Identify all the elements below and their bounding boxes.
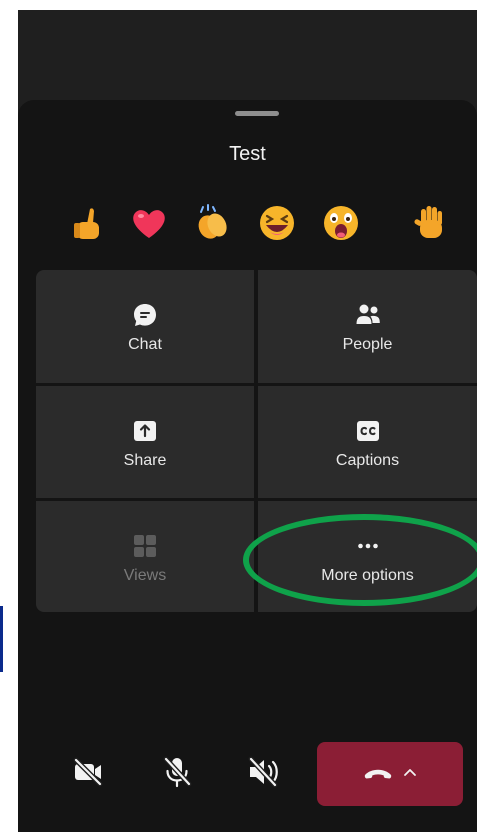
- clapping-hands-icon[interactable]: [193, 203, 233, 243]
- call-controls-bar: [18, 740, 477, 810]
- chat-icon: [134, 304, 156, 326]
- people-label: People: [342, 336, 393, 353]
- end-call-icon: [364, 769, 392, 779]
- captions-icon: [356, 421, 379, 441]
- more-options-icon: [357, 543, 378, 549]
- surprised-face-icon[interactable]: [321, 203, 361, 243]
- thumbs-up-icon[interactable]: [68, 203, 108, 243]
- more-options-label: More options: [321, 567, 414, 584]
- people-button[interactable]: People: [258, 270, 477, 383]
- chat-label: Chat: [128, 336, 162, 353]
- share-label: Share: [123, 452, 167, 469]
- more-options-button[interactable]: More options: [258, 501, 477, 612]
- left-edge-strip: [0, 0, 18, 832]
- chat-button[interactable]: Chat: [36, 270, 254, 383]
- actions-grid: Chat People Share Captions Views More op…: [36, 270, 477, 612]
- end-call-button[interactable]: [317, 742, 463, 806]
- mic-off-icon[interactable]: [159, 754, 195, 790]
- more-actions-sheet: Test Chat People Share Captions Views Mo…: [18, 100, 477, 832]
- views-button[interactable]: Views: [36, 501, 254, 612]
- meeting-screen: Test Chat People Share Captions Views Mo…: [18, 10, 477, 832]
- share-icon: [134, 421, 156, 441]
- sheet-drag-handle[interactable]: [235, 111, 279, 116]
- people-icon: [356, 304, 380, 324]
- chevron-up-icon[interactable]: [403, 767, 417, 777]
- meeting-title: Test: [229, 143, 266, 165]
- camera-off-icon[interactable]: [70, 754, 106, 790]
- views-icon: [134, 535, 156, 557]
- views-label: Views: [123, 567, 167, 584]
- heart-icon[interactable]: [129, 203, 169, 243]
- laughing-face-icon[interactable]: [257, 203, 297, 243]
- left-edge-accent: [0, 606, 3, 672]
- share-button[interactable]: Share: [36, 386, 254, 498]
- raised-hand-icon[interactable]: [410, 203, 450, 243]
- captions-button[interactable]: Captions: [258, 386, 477, 498]
- captions-label: Captions: [335, 452, 400, 469]
- speaker-off-icon[interactable]: [246, 754, 282, 790]
